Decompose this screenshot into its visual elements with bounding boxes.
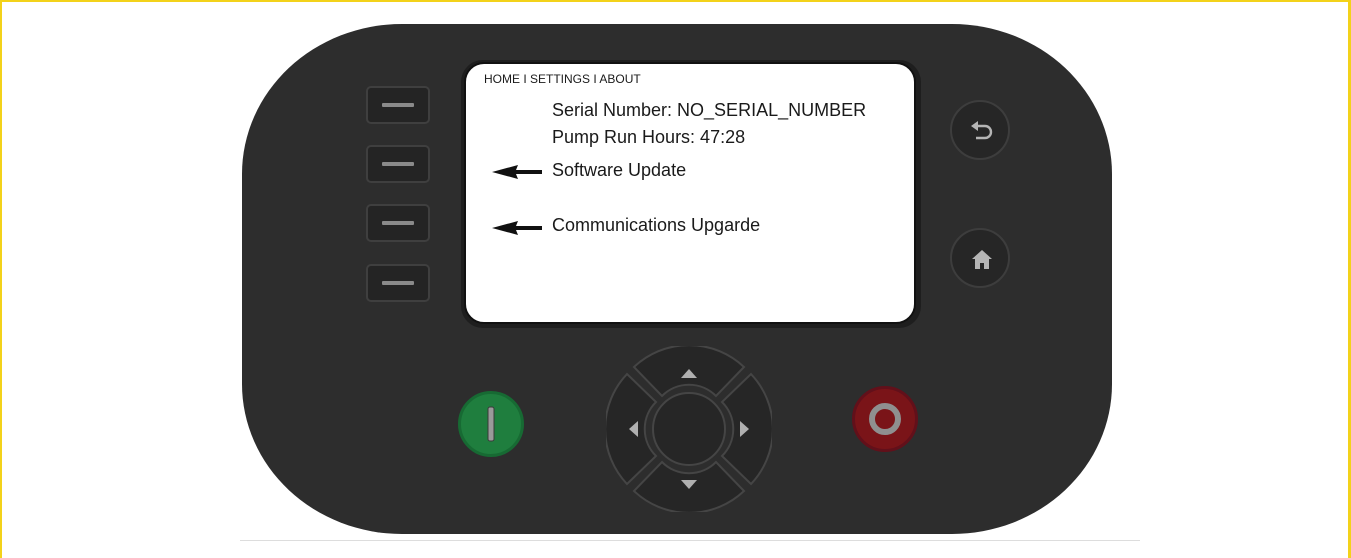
breadcrumb: HOME I SETTINGS I ABOUT: [484, 72, 641, 86]
dpad-center-button[interactable]: [652, 392, 726, 466]
soft-key-1[interactable]: [366, 86, 430, 124]
bottom-divider: [240, 540, 1140, 541]
start-button[interactable]: [458, 391, 524, 457]
power-off-icon: [869, 403, 901, 435]
back-arrow-icon: [971, 121, 993, 140]
soft-key-4[interactable]: [366, 264, 430, 302]
soft-key-2[interactable]: [366, 145, 430, 183]
left-arrow-icon: [492, 221, 542, 235]
pump-run-hours-text: Pump Run Hours: 47:28: [552, 127, 746, 147]
home-icon: [972, 250, 992, 269]
pump-control-panel: HOME I SETTINGS I ABOUT Serial Number: N…: [242, 24, 1112, 534]
directional-pad: [606, 346, 772, 512]
back-button[interactable]: [950, 100, 1010, 160]
software-update-option[interactable]: Software Update: [552, 160, 686, 181]
stop-button[interactable]: [852, 386, 918, 452]
communications-upgrade-option[interactable]: Communications Upgarde: [552, 215, 760, 236]
home-button[interactable]: [950, 228, 1010, 288]
serial-number-text: Serial Number: NO_SERIAL_NUMBER: [552, 100, 867, 120]
display-screen: HOME I SETTINGS I ABOUT Serial Number: N…: [464, 62, 916, 324]
power-on-icon: [487, 406, 495, 442]
soft-key-3[interactable]: [366, 204, 430, 242]
left-arrow-icon: [492, 165, 542, 179]
